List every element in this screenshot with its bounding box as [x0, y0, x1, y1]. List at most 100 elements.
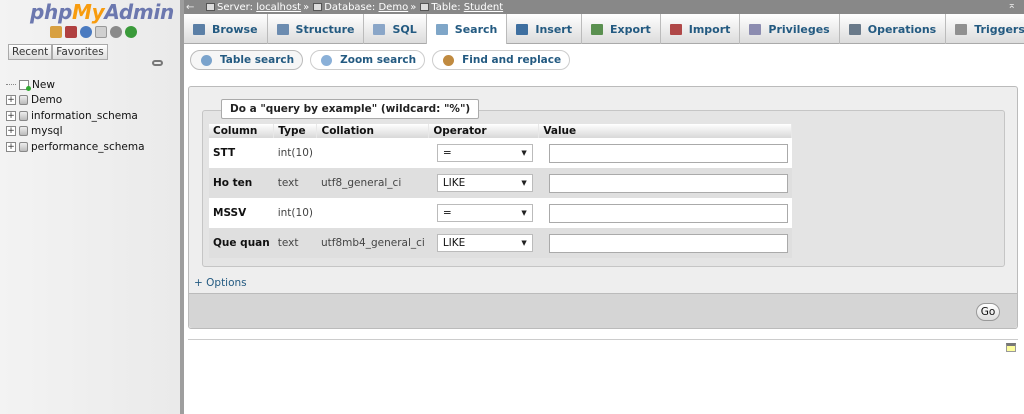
operator-select[interactable]: LIKE ▼ [436, 234, 533, 252]
chevron-down-icon: ▼ [521, 209, 527, 217]
subtab-table-search[interactable]: Table search [190, 50, 304, 70]
subtab-label: Zoom search [340, 54, 417, 66]
recent-button[interactable]: Recent [8, 44, 53, 60]
settings-gear-icon[interactable] [110, 26, 122, 38]
tab-privileges[interactable]: Privileges [740, 14, 840, 44]
subtab-find-and-replace[interactable]: Find and replace [432, 50, 571, 70]
tab-import[interactable]: Import [661, 14, 741, 44]
recent-favorites-toggle: Recent Favorites [8, 44, 108, 60]
insert-icon [516, 23, 529, 35]
collapse-topbar-icon[interactable]: ⌅ [1008, 0, 1016, 11]
tree-item-information-schema[interactable]: + information_schema [6, 108, 145, 124]
value-input[interactable] [548, 143, 788, 163]
tab-export[interactable]: Export [582, 14, 661, 44]
tab-label: Privileges [768, 22, 830, 36]
tree-item-label[interactable]: mysql [31, 125, 63, 137]
crumb-table-label: Table: [431, 1, 461, 13]
tab-search[interactable]: Search [426, 14, 508, 44]
tab-insert[interactable]: Insert [507, 14, 582, 44]
tree-item-demo[interactable]: + Demo [6, 93, 145, 109]
tab-operations[interactable]: Operations [840, 14, 947, 44]
favorites-button[interactable]: Favorites [52, 44, 108, 60]
tree-item-label[interactable]: New [32, 79, 55, 91]
form-footer: Go [189, 293, 1017, 328]
zoom-search-icon [321, 54, 333, 66]
tree-item-label[interactable]: information_schema [31, 110, 138, 122]
tree-item-new[interactable]: New [6, 77, 145, 93]
operator-value: = [442, 207, 452, 219]
navigation-resizer[interactable] [180, 0, 184, 414]
column-collation [316, 138, 429, 168]
tab-triggers[interactable]: Triggers [946, 14, 1024, 44]
column-name: STT [209, 138, 274, 168]
tree-item-mysql[interactable]: + mysql [6, 124, 145, 140]
import-icon [669, 23, 682, 35]
subtab-label: Table search [220, 54, 295, 66]
structure-icon [276, 23, 289, 35]
column-name: Ho ten [209, 168, 274, 198]
expand-icon[interactable]: + [6, 95, 16, 106]
tab-structure[interactable]: Structure [268, 14, 365, 44]
operator-cell: LIKE ▼ [428, 228, 539, 258]
new-database-icon [19, 79, 31, 91]
tab-label: Operations [867, 22, 937, 36]
database-icon [19, 141, 28, 152]
subtab-zoom-search[interactable]: Zoom search [310, 50, 426, 70]
home-icon[interactable] [50, 26, 62, 38]
triggers-icon [955, 23, 968, 35]
operator-value: = [442, 147, 452, 159]
database-icon [19, 110, 28, 121]
crumb-table[interactable]: Student [464, 2, 503, 13]
search-criteria-table: Column Type Collation Operator Value STT… [209, 124, 793, 258]
tab-label: Export [610, 22, 651, 36]
crumb-separator: » [303, 1, 310, 13]
tab-label: Browse [212, 22, 258, 36]
console-icon[interactable] [1006, 343, 1016, 352]
column-name: Que quan [209, 228, 274, 258]
value-input[interactable] [548, 173, 788, 193]
go-button[interactable]: Go [976, 303, 1000, 321]
operator-cell: = ▼ [428, 138, 539, 168]
crumb-database[interactable]: Demo [378, 2, 408, 13]
operator-select[interactable]: LIKE ▼ [436, 174, 533, 192]
expand-icon[interactable]: + [6, 126, 16, 137]
table-tabs: Browse Structure SQL Search Insert Export Impo… [184, 14, 1024, 44]
column-collation: utf8mb4_general_ci [316, 228, 429, 258]
expand-icon[interactable]: + [6, 110, 16, 121]
value-input[interactable] [548, 233, 788, 253]
browse-icon [193, 23, 205, 35]
tree-item-performance-schema[interactable]: + performance_schema [6, 139, 145, 155]
database-icon [313, 3, 323, 11]
back-arrow-icon[interactable]: ← [186, 2, 198, 13]
tree-item-label[interactable]: Demo [31, 94, 62, 106]
reload-icon[interactable] [125, 26, 137, 38]
chevron-down-icon: ▼ [521, 149, 527, 157]
tab-browse[interactable]: Browse [184, 14, 268, 44]
help-icon[interactable] [80, 26, 92, 38]
navigation-panel: phpMyAdmin Recent Favorites New + Demo +… [0, 0, 180, 414]
export-icon [591, 23, 603, 35]
operator-select[interactable]: = ▼ [436, 144, 533, 162]
breadcrumb: ← Server: localhost » Database: Demo » T… [184, 0, 1024, 14]
operator-select[interactable]: = ▼ [436, 204, 533, 222]
divider [188, 339, 1018, 340]
table-icon [420, 3, 430, 11]
link-with-main-panel-icon[interactable] [152, 60, 163, 66]
operator-cell: = ▼ [428, 198, 539, 228]
table-row: Ho ten text utf8_general_ci LIKE ▼ [209, 168, 792, 198]
column-type: int(10) [273, 138, 317, 168]
database-tree: New + Demo + information_schema + mysql … [6, 77, 145, 155]
crumb-server[interactable]: localhost [256, 2, 301, 13]
operations-icon [848, 23, 861, 35]
value-input[interactable] [548, 203, 788, 223]
header-value: Value [538, 124, 793, 138]
tab-sql[interactable]: SQL [364, 14, 427, 44]
header-type: Type [273, 124, 318, 138]
expand-icon[interactable]: + [6, 141, 16, 152]
logout-icon[interactable] [65, 26, 77, 38]
options-link[interactable]: + Options [194, 277, 247, 289]
phpmyadmin-logo[interactable]: phpMyAdmin [30, 0, 174, 24]
table-row: MSSV int(10) = ▼ [209, 198, 792, 228]
documentation-icon[interactable] [95, 26, 107, 38]
tree-item-label[interactable]: performance_schema [31, 141, 145, 153]
